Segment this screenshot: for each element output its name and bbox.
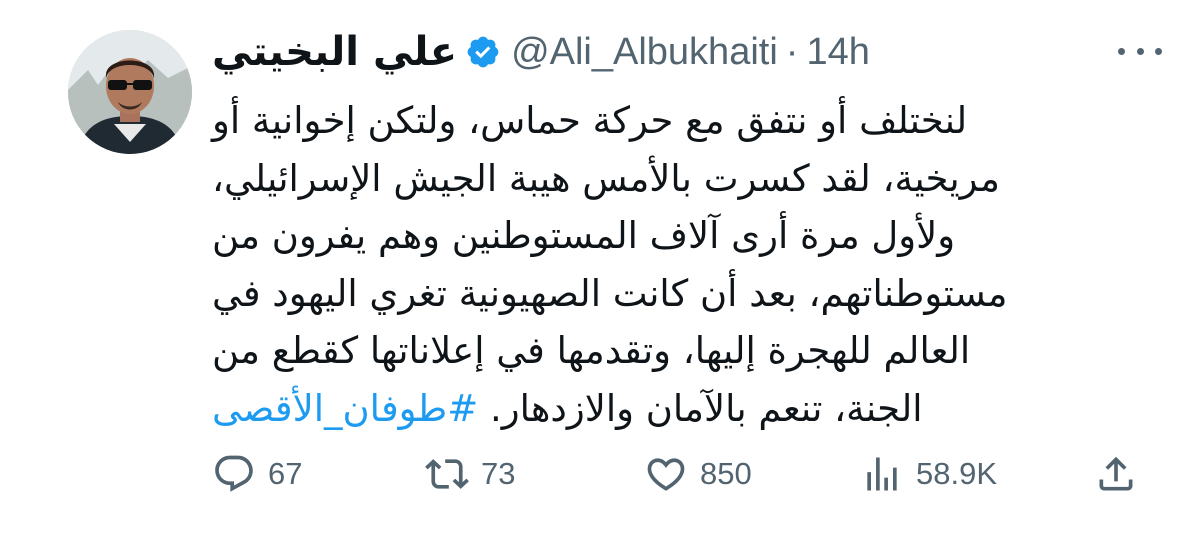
share-button[interactable]: [1094, 446, 1138, 502]
tweet-text-line: مستوطناتهم، بعد أن كانت الصهيونية تغري ا…: [212, 271, 1008, 315]
tweet-text: لنختلف أو نتفق مع حركة حماس، ولتكن إخوان…: [212, 92, 1139, 437]
display-name[interactable]: علي البخيتي: [212, 29, 457, 75]
separator-dot: ·: [785, 30, 799, 73]
hashtag-link[interactable]: #طوفان_الأقصى: [212, 387, 478, 430]
action-bar: 67 73 850 58.9K: [212, 446, 1152, 502]
like-count: 850: [700, 456, 752, 491]
avatar-photo: [68, 30, 192, 154]
views-icon: [867, 457, 897, 491]
tweet-text-line: مريخية، لقد كسرت بالأمس هيبة الجيش الإسر…: [212, 156, 1000, 200]
reply-button[interactable]: 67: [212, 446, 302, 502]
more-options-icon[interactable]: [1118, 36, 1162, 66]
views-count: 58.9K: [916, 456, 998, 491]
like-button[interactable]: 850: [644, 446, 752, 502]
tweet-text-line: ولأول مرة أرى آلاف المستوطنين وهم يفرون …: [212, 214, 956, 257]
tweet[interactable]: علي البخيتي @Ali_Albukhaiti · 14h لنختلف…: [0, 0, 1200, 538]
tweet-header: علي البخيتي @Ali_Albukhaiti · 14h: [212, 22, 1162, 82]
timestamp[interactable]: 14h: [806, 31, 869, 74]
retweet-button[interactable]: 73: [425, 446, 515, 502]
verified-badge-icon: [467, 36, 499, 68]
retweet-icon: [425, 459, 469, 489]
views-button[interactable]: 58.9K: [860, 446, 997, 502]
avatar[interactable]: [68, 30, 192, 154]
reply-icon: [215, 455, 253, 492]
retweet-count: 73: [481, 456, 516, 491]
tweet-text-line: لنختلف أو نتفق مع حركة حماس، ولتكن إخوان…: [212, 99, 968, 142]
reply-count: 67: [268, 456, 303, 491]
tweet-text-last-line: الجنة، تنعم بالآمان والازدهار. #طوفان_ال…: [212, 380, 1139, 438]
like-icon: [647, 458, 685, 491]
user-handle[interactable]: @Ali_Albukhaiti: [511, 31, 778, 74]
tweet-text-line: الجنة، تنعم بالآمان والازدهار.: [489, 386, 923, 430]
tweet-text-line: العالم للهجرة إليها، وتقدمها في إعلاناته…: [212, 329, 971, 372]
share-icon: [1099, 456, 1133, 491]
